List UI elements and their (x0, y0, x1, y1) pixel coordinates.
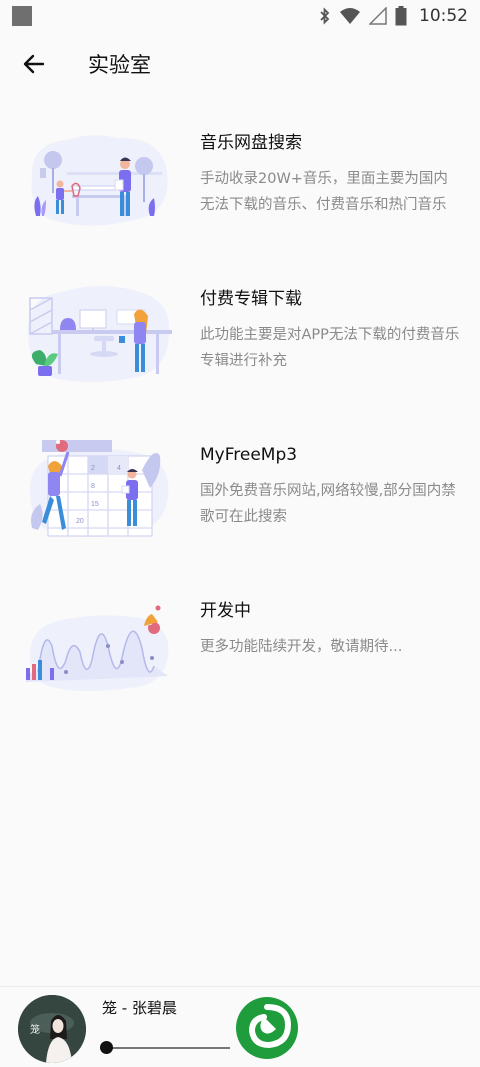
song-title: 笼 - 张碧晨 (102, 999, 177, 1017)
feature-item-paid-album-download[interactable]: 付费专辑下载 此功能主要是对APP无法下载的付费音乐专辑进行补充 (0, 274, 480, 416)
calendar-number: 4 (117, 465, 121, 472)
feature-item-myfreemp3[interactable]: 4 2 8 15 20 MyFreeMp3 国外免费音乐网站,网络较慢,部分国内… (0, 430, 480, 572)
waveform-illustration (26, 605, 169, 691)
calendar-number: 20 (76, 518, 84, 525)
page-title: 实验室 (88, 53, 151, 77)
feature-description: 更多功能陆续开发，敬请期待... (200, 639, 403, 655)
mini-player[interactable]: 笼 笼 - 张碧晨 (0, 986, 480, 1067)
calendar-number: 15 (91, 501, 99, 508)
feature-text: MyFreeMp3 国外免费音乐网站,网络较慢,部分国内禁歌可在此搜索 (200, 430, 460, 530)
calendar-number: 2 (91, 465, 95, 472)
feature-title: 音乐网盘搜索 (200, 133, 302, 153)
feature-title: MyFreeMp3 (200, 445, 298, 465)
arrow-left-icon (23, 54, 45, 74)
progress-thumb[interactable] (100, 1041, 113, 1054)
feature-description: 国外免费音乐网站,网络较慢,部分国内禁歌可在此搜索 (200, 483, 456, 525)
cover-text: 笼 (30, 1023, 40, 1036)
park-bench-illustration (31, 135, 168, 226)
feature-text: 开发中 更多功能陆续开发，敬请期待... (200, 586, 460, 660)
feature-title: 付费专辑下载 (200, 289, 302, 309)
app-logo-icon[interactable] (236, 997, 298, 1059)
notification-square-icon (12, 6, 32, 26)
status-bar: 10:52 (0, 0, 480, 32)
status-time: 10:52 (419, 6, 468, 26)
feature-text: 音乐网盘搜索 手动收录20W+音乐，里面主要为国内无法下载的音乐、付费音乐和热门… (200, 118, 460, 218)
status-icons: 10:52 (319, 6, 468, 26)
back-button[interactable] (12, 42, 56, 86)
album-cover-art: 笼 (18, 995, 86, 1063)
progress-slider[interactable] (100, 1041, 230, 1054)
album-cover[interactable]: 笼 (18, 995, 86, 1063)
app-bar: 实验室 (0, 32, 480, 96)
calendar-number: 8 (91, 483, 95, 490)
wifi-icon (340, 8, 360, 24)
feature-description: 此功能主要是对APP无法下载的付费音乐专辑进行补充 (200, 327, 460, 369)
feature-title: 开发中 (200, 601, 251, 621)
feature-item-netdisk-search[interactable]: 音乐网盘搜索 手动收录20W+音乐，里面主要为国内无法下载的音乐、付费音乐和热门… (0, 118, 480, 260)
feature-description: 手动收录20W+音乐，里面主要为国内无法下载的音乐、付费音乐和热门音乐 (200, 171, 448, 213)
battery-icon (395, 6, 407, 26)
feature-item-in-development[interactable]: 开发中 更多功能陆续开发，敬请期待... (0, 586, 480, 728)
signal-icon (369, 7, 387, 25)
feature-text: 付费专辑下载 此功能主要是对APP无法下载的付费音乐专辑进行补充 (200, 274, 460, 374)
bluetooth-icon (320, 7, 330, 25)
office-desk-illustration (28, 286, 172, 382)
calendar-illustration: 4 2 8 15 20 (30, 440, 169, 537)
feature-list: 音乐网盘搜索 手动收录20W+音乐，里面主要为国内无法下载的音乐、付费音乐和热门… (0, 118, 480, 728)
